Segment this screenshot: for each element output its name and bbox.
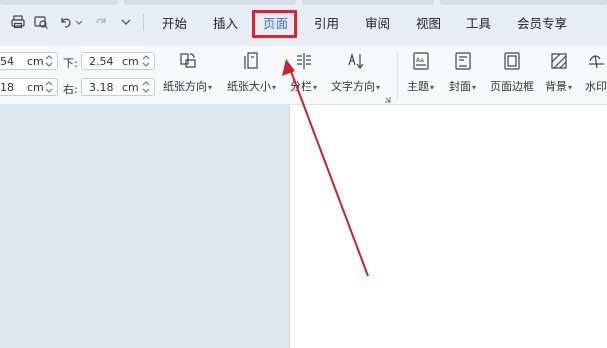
margin-left-unit: cm: [27, 81, 44, 94]
spinner-icon[interactable]: [142, 54, 150, 68]
margin-left-input[interactable]: 18 cm: [0, 78, 58, 96]
watermark-button[interactable]: 水印: [585, 50, 607, 94]
theme-label: 主题: [407, 80, 429, 93]
margin-top-input[interactable]: 54 cm: [0, 52, 58, 70]
cover-label: 封面: [449, 80, 471, 93]
print-preview-icon[interactable]: [32, 13, 50, 31]
text-direction-icon: [345, 50, 367, 72]
paper-orientation-button[interactable]: 纸张方向▾: [163, 50, 212, 94]
tab-tools[interactable]: 工具: [466, 14, 491, 34]
chevron-down-icon: ▾: [376, 83, 381, 92]
background-icon: [548, 50, 570, 72]
undo-icon[interactable]: [57, 13, 75, 31]
margin-top-value: 54: [0, 55, 14, 68]
dialog-launcher-icon[interactable]: [384, 96, 391, 103]
window-tab-strip-segment: [124, 0, 296, 5]
chevron-down-icon: ▾: [272, 83, 277, 92]
tab-review[interactable]: 审阅: [365, 14, 390, 34]
margin-right-value: 3.18: [89, 81, 114, 94]
paper-orientation-icon: [177, 50, 199, 72]
columns-label: 分栏: [290, 80, 312, 93]
text-direction-label: 文字方向: [331, 80, 375, 93]
chevron-down-icon: ▾: [208, 83, 213, 92]
paper-size-button[interactable]: 纸张大小▾: [227, 50, 276, 94]
paper-orientation-label: 纸张方向: [163, 80, 207, 93]
document-page[interactable]: [289, 105, 607, 348]
columns-button[interactable]: 分栏▾: [290, 50, 317, 94]
margin-left-value: 18: [0, 81, 14, 94]
margin-right-input[interactable]: 3.18 cm: [81, 78, 155, 96]
ribbon-group-separator: [397, 52, 398, 100]
spinner-icon[interactable]: [142, 80, 150, 94]
chevron-down-icon: ▾: [430, 83, 435, 92]
redo-icon[interactable]: [92, 13, 110, 31]
undo-dropdown-icon[interactable]: [74, 13, 84, 31]
tab-view[interactable]: 视图: [416, 14, 441, 34]
ribbon-page: 54 cm 18 cm 下: 右: 2.54 cm 3.18 cm 纸张方向▾ …: [0, 46, 607, 105]
tab-references[interactable]: 引用: [314, 14, 339, 34]
spinner-icon[interactable]: [45, 54, 53, 68]
page-border-button[interactable]: 页面边框: [490, 50, 534, 94]
cover-icon: [452, 50, 474, 72]
annotation-highlight-box: [252, 10, 297, 38]
window-tab-strip-segment: [0, 0, 118, 5]
margin-bottom-input[interactable]: 2.54 cm: [81, 52, 155, 70]
background-button[interactable]: 背景▾: [545, 50, 572, 94]
svg-text:Aa: Aa: [416, 57, 424, 64]
margin-right-label: 右:: [63, 83, 78, 96]
tab-insert[interactable]: 插入: [213, 14, 238, 34]
watermark-label: 水印: [585, 80, 607, 93]
toolbar-separator: [143, 14, 144, 31]
page-border-label: 页面边框: [490, 80, 534, 93]
tab-member[interactable]: 会员专享: [517, 14, 567, 34]
window-tab-strip-segment: [440, 0, 607, 5]
margin-right-unit: cm: [122, 81, 139, 94]
tab-bar: 开始 插入 页面 引用 审阅 视图 工具 会员专享: [0, 0, 607, 46]
cover-button[interactable]: 封面▾: [449, 50, 476, 94]
background-label: 背景: [545, 80, 567, 93]
paper-size-label: 纸张大小: [227, 80, 271, 93]
customize-dropdown-icon[interactable]: [117, 13, 135, 31]
window-tab-strip-segment: [302, 0, 434, 5]
window-tab-strip: [0, 0, 607, 5]
chevron-down-icon: ▾: [313, 83, 318, 92]
theme-icon: Aa: [410, 50, 432, 72]
tab-home[interactable]: 开始: [162, 14, 187, 34]
theme-button[interactable]: Aa 主题▾: [407, 50, 434, 94]
print-icon[interactable]: [9, 13, 27, 31]
spinner-icon[interactable]: [45, 80, 53, 94]
margin-bottom-unit: cm: [122, 55, 139, 68]
chevron-down-icon: ▾: [568, 83, 573, 92]
columns-icon: [293, 50, 315, 72]
margin-bottom-label: 下:: [63, 57, 78, 70]
text-direction-button[interactable]: 文字方向▾: [331, 50, 380, 94]
page-border-icon: [501, 50, 523, 72]
paper-size-icon: [241, 50, 263, 72]
chevron-down-icon: ▾: [472, 83, 477, 92]
margin-top-unit: cm: [27, 55, 44, 68]
margin-bottom-value: 2.54: [89, 55, 114, 68]
watermark-icon: [585, 50, 607, 72]
